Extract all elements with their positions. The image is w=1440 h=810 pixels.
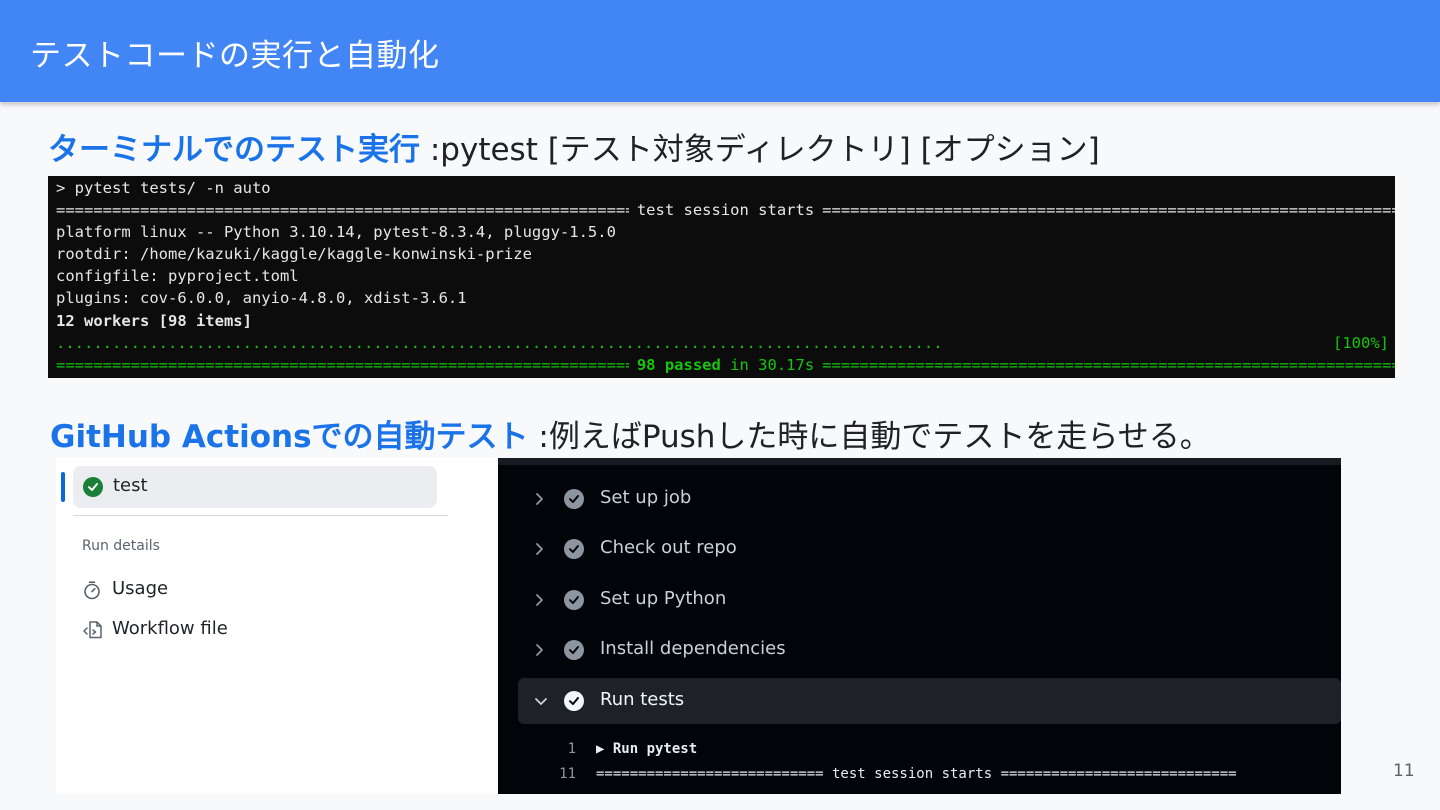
actions-heading-description: :例えばPushした時に自動でテストを走らせる。 <box>538 419 1211 455</box>
terminal-line-workers: 12 workers [98 items] <box>56 312 252 330</box>
log-line-text: ▶ Run pytest <box>596 741 698 757</box>
job-active-indicator <box>61 472 65 502</box>
terminal-session-separator: ========================================… <box>56 199 1395 221</box>
slide-header: テストコードの実行と自動化 <box>0 0 1440 102</box>
check-circle-icon <box>564 539 584 559</box>
page-number: 11 <box>1393 761 1415 781</box>
terminal-heading-highlight: ターミナルでのテスト実行 <box>48 132 420 168</box>
sidebar-item-workflow-label: Workflow file <box>112 618 228 639</box>
step-install-dependencies[interactable]: Install dependencies <box>518 627 1341 673</box>
job-item-test[interactable]: test <box>73 466 437 508</box>
log-line-text: =========================== test session… <box>596 766 1237 782</box>
step-set-up-python[interactable]: Set up Python <box>518 577 1341 623</box>
session-header-text: test session starts <box>636 201 815 219</box>
github-steps-panel: Set up job Check out repo Set up Python … <box>498 458 1341 794</box>
step-run-tests[interactable]: Run tests <box>518 678 1341 724</box>
terminal-heading-description: :pytest [テスト対象ディレクトリ] [オプション] <box>429 132 1100 168</box>
result-rule-left: ========================================… <box>56 356 629 374</box>
result-rule-right: ========================================… <box>822 356 1395 374</box>
step-label: Install dependencies <box>600 638 786 659</box>
check-circle-icon <box>564 590 584 610</box>
step-check-out-repo[interactable]: Check out repo <box>518 526 1341 572</box>
result-passed: 98 passed <box>636 356 721 374</box>
check-circle-icon <box>83 477 103 497</box>
job-item-label: test <box>113 475 148 496</box>
separator-rule-left: ========================================… <box>56 201 629 219</box>
result-time: in 30.17s <box>730 356 815 374</box>
run-details-heading: Run details <box>82 538 160 554</box>
chevron-right-icon <box>536 594 543 606</box>
step-set-up-job[interactable]: Set up job <box>518 476 1341 522</box>
sidebar-divider <box>73 515 448 516</box>
terminal-line-rootdir: rootdir: /home/kazuki/kaggle/kaggle-konw… <box>56 245 532 263</box>
terminal-window: > pytest tests/ -n auto ================… <box>48 176 1395 378</box>
result-summary: 98 passed in 30.17s <box>629 354 822 376</box>
log-line: 11 =========================== test sessi… <box>546 766 1237 782</box>
check-circle-icon <box>564 489 584 509</box>
log-line-number: 11 <box>559 766 576 782</box>
chevron-down-icon <box>535 698 547 705</box>
sidebar-item-usage-label: Usage <box>112 578 169 599</box>
terminal-line-configfile: configfile: pyproject.toml <box>56 267 299 285</box>
steps-panel-header <box>498 458 1341 465</box>
terminal-progress-dots: ........................................… <box>56 334 946 352</box>
terminal-command: > pytest tests/ -n auto <box>56 179 271 197</box>
chevron-right-icon <box>536 493 543 505</box>
check-circle-icon <box>564 691 584 711</box>
terminal-line-plugins: plugins: cov-6.0.0, anyio-4.8.0, xdist-3… <box>56 289 467 307</box>
chevron-right-icon <box>536 644 543 656</box>
terminal-progress-percent: [100%] <box>1333 334 1389 352</box>
step-label: Set up Python <box>600 588 727 609</box>
section-terminal-heading: ターミナルでのテスト実行 :pytest [テスト対象ディレクトリ] [オプショ… <box>48 124 1100 169</box>
terminal-result-separator: ========================================… <box>56 354 1395 376</box>
step-label: Run tests <box>600 689 685 710</box>
log-line[interactable]: 1 ▶ Run pytest <box>546 741 698 757</box>
slide-title: テストコードの実行と自動化 <box>30 38 440 74</box>
section-actions-heading: GitHub Actionsでの自動テスト :例えばPushした時に自動でテスト… <box>50 411 1211 456</box>
check-circle-icon <box>564 640 584 660</box>
log-line-number: 1 <box>567 741 576 757</box>
separator-rule-right: ========================================… <box>822 201 1395 219</box>
step-label: Check out repo <box>600 537 737 558</box>
actions-heading-highlight: GitHub Actionsでの自動テスト <box>50 419 529 455</box>
terminal-line-platform: platform linux -- Python 3.10.14, pytest… <box>56 223 616 241</box>
stopwatch-icon <box>84 581 100 600</box>
github-run-sidebar: test Run details Usage Workflow file <box>56 458 498 794</box>
workflow-file-icon <box>83 621 102 639</box>
step-label: Set up job <box>600 487 692 508</box>
chevron-right-icon <box>536 543 543 555</box>
